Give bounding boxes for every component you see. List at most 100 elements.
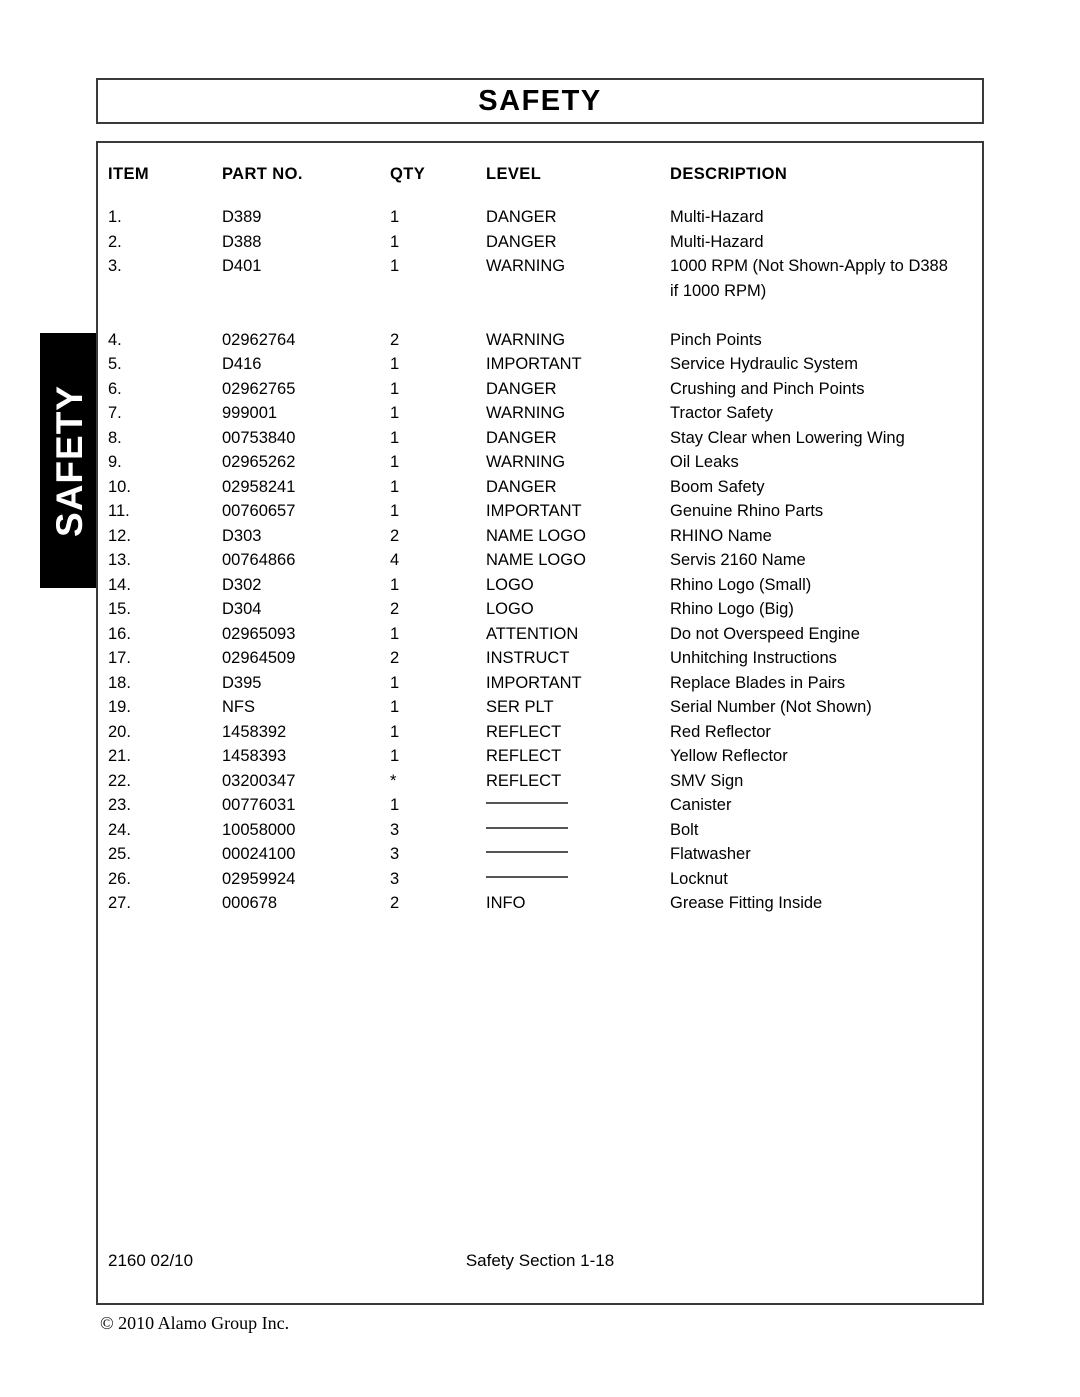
- table-header-row: ITEM PART NO. QTY LEVEL DESCRIPTION: [98, 159, 982, 189]
- cell-level: [486, 842, 656, 867]
- cell-description: Boom Safety: [670, 477, 765, 496]
- cell-part-no: D304: [222, 600, 262, 618]
- level-blank-line: [486, 826, 568, 829]
- cell-qty: 1: [390, 379, 400, 398]
- cell-qty: 3: [390, 845, 400, 863]
- cell-part-no: 02959924: [222, 869, 296, 888]
- cell-item: 12.: [108, 526, 131, 545]
- cell-level: DANGER: [486, 232, 557, 251]
- table-row: 22. 03200347 * REFLECT SMV Sign: [98, 769, 982, 794]
- cell-item: 23.: [108, 796, 131, 814]
- cell-part-no: 02958241: [222, 477, 296, 496]
- cell-item: 17.: [108, 649, 131, 667]
- cell-level: DANGER: [486, 379, 557, 398]
- table-body: 1. D389 1 DANGER Multi-Hazard 2. D388 1 DANGER Mu…: [98, 205, 982, 916]
- table-row: 19. NFS 1 SER PLT Serial Number (Not Shown): [98, 695, 982, 720]
- column-header-level: LEVEL: [486, 165, 542, 183]
- cell-level: LOGO: [486, 600, 534, 618]
- cell-item: 8.: [108, 428, 122, 447]
- cell-part-no: 02962764: [222, 330, 296, 349]
- cell-item: 24.: [108, 820, 131, 839]
- cell-part-no: 00764866: [222, 551, 296, 569]
- cell-description: Unhitching Instructions: [670, 649, 837, 667]
- cell-level: SER PLT: [486, 698, 554, 716]
- cell-item: 22.: [108, 771, 131, 790]
- copyright-notice: © 2010 Alamo Group Inc.: [100, 1313, 290, 1333]
- cell-part-no: D401: [222, 257, 262, 275]
- cell-level: IMPORTANT: [486, 355, 582, 373]
- cell-level: DANGER: [486, 428, 557, 447]
- cell-part-no: 1458392: [222, 722, 287, 741]
- cell-qty: 3: [390, 869, 400, 888]
- cell-level: [486, 818, 656, 843]
- cell-description: SMV Sign: [670, 771, 744, 790]
- cell-level: WARNING: [486, 330, 566, 349]
- cell-qty: 1: [390, 796, 400, 814]
- cell-description: Flatwasher: [670, 845, 751, 863]
- cell-level: INFO: [486, 894, 526, 912]
- table-row: 8. 00753840 1 DANGER Stay Clear when Lowerin…: [98, 426, 982, 451]
- table-row-spacer: [98, 303, 982, 328]
- level-blank-line: [486, 802, 568, 804]
- cell-description: Rhino Logo (Big): [670, 600, 794, 618]
- cell-item: 9.: [108, 453, 122, 471]
- column-header-part-no: PART NO.: [222, 165, 303, 183]
- cell-part-no: 03200347: [222, 771, 296, 790]
- cell-qty: 1: [390, 477, 400, 496]
- page-body-box: ITEM PART NO. QTY LEVEL DESCRIPTION 1. D3…: [96, 141, 984, 1305]
- cell-item: 19.: [108, 698, 131, 716]
- table-row: 4. 02962764 2 WARNING Pinch Points: [98, 328, 982, 353]
- footer-section: Safety Section 1-18: [465, 1251, 615, 1270]
- cell-item: 10.: [108, 477, 131, 496]
- cell-level: NAME LOGO: [486, 526, 586, 545]
- cell-qty: 1: [390, 624, 400, 643]
- table-row: 24. 10058000 3 Bolt: [98, 818, 982, 843]
- cell-item: 1.: [108, 208, 122, 226]
- safety-decal-table: ITEM PART NO. QTY LEVEL DESCRIPTION 1. D3…: [98, 143, 982, 916]
- cell-part-no: D303: [222, 526, 262, 545]
- table-row: 6. 02962765 1 DANGER Crushing and Pinch Poin…: [98, 377, 982, 402]
- level-blank-line: [486, 851, 568, 853]
- cell-part-no: NFS: [222, 698, 255, 716]
- cell-item: 26.: [108, 869, 131, 888]
- level-blank-line: [486, 875, 568, 878]
- page-title: SAFETY: [478, 84, 602, 117]
- cell-part-no: 00753840: [222, 428, 296, 447]
- cell-item: 14.: [108, 575, 131, 594]
- cell-part-no: D302: [222, 575, 262, 594]
- cell-qty: 3: [390, 820, 400, 839]
- cell-level: REFLECT: [486, 747, 562, 765]
- cell-qty: 2: [390, 600, 400, 618]
- cell-qty: *: [390, 771, 397, 790]
- cell-qty: 1: [390, 257, 400, 275]
- column-header-qty: QTY: [390, 165, 426, 183]
- cell-description-continued: if 1000 RPM): [670, 281, 767, 300]
- cell-description: Replace Blades in Pairs: [670, 673, 846, 692]
- table-row: 27. 000678 2 INFO Grease Fitting Inside: [98, 891, 982, 916]
- cell-qty: 1: [390, 575, 400, 594]
- cell-description: Bolt: [670, 820, 699, 839]
- table-row: 17. 02964509 2 INSTRUCT Unhitching Instructi…: [98, 646, 982, 671]
- cell-level: [486, 793, 656, 818]
- cell-description: Service Hydraulic System: [670, 355, 858, 373]
- cell-part-no: 000678: [222, 894, 278, 912]
- table-row: 9. 02965262 1 WARNING Oil Leaks: [98, 450, 982, 475]
- cell-part-no: 02965093: [222, 624, 296, 643]
- cell-description: Servis 2160 Name: [670, 551, 806, 569]
- cell-level: WARNING: [486, 453, 566, 471]
- cell-item: 2.: [108, 232, 122, 251]
- column-header-description: DESCRIPTION: [670, 165, 788, 183]
- cell-qty: 1: [390, 722, 400, 741]
- cell-level: LOGO: [486, 575, 534, 594]
- cell-level: WARNING: [486, 257, 566, 275]
- cell-item: 15.: [108, 600, 131, 618]
- cell-item: 6.: [108, 379, 122, 398]
- table-row: 25. 00024100 3 Flatwasher: [98, 842, 982, 867]
- column-header-item: ITEM: [108, 165, 150, 183]
- table-row: 2. D388 1 DANGER Multi-Hazard: [98, 230, 982, 255]
- cell-description: Canister: [670, 796, 732, 814]
- page-title-box: SAFETY: [96, 78, 984, 124]
- cell-qty: 1: [390, 673, 400, 692]
- cell-qty: 2: [390, 649, 400, 667]
- cell-part-no: 02962765: [222, 379, 296, 398]
